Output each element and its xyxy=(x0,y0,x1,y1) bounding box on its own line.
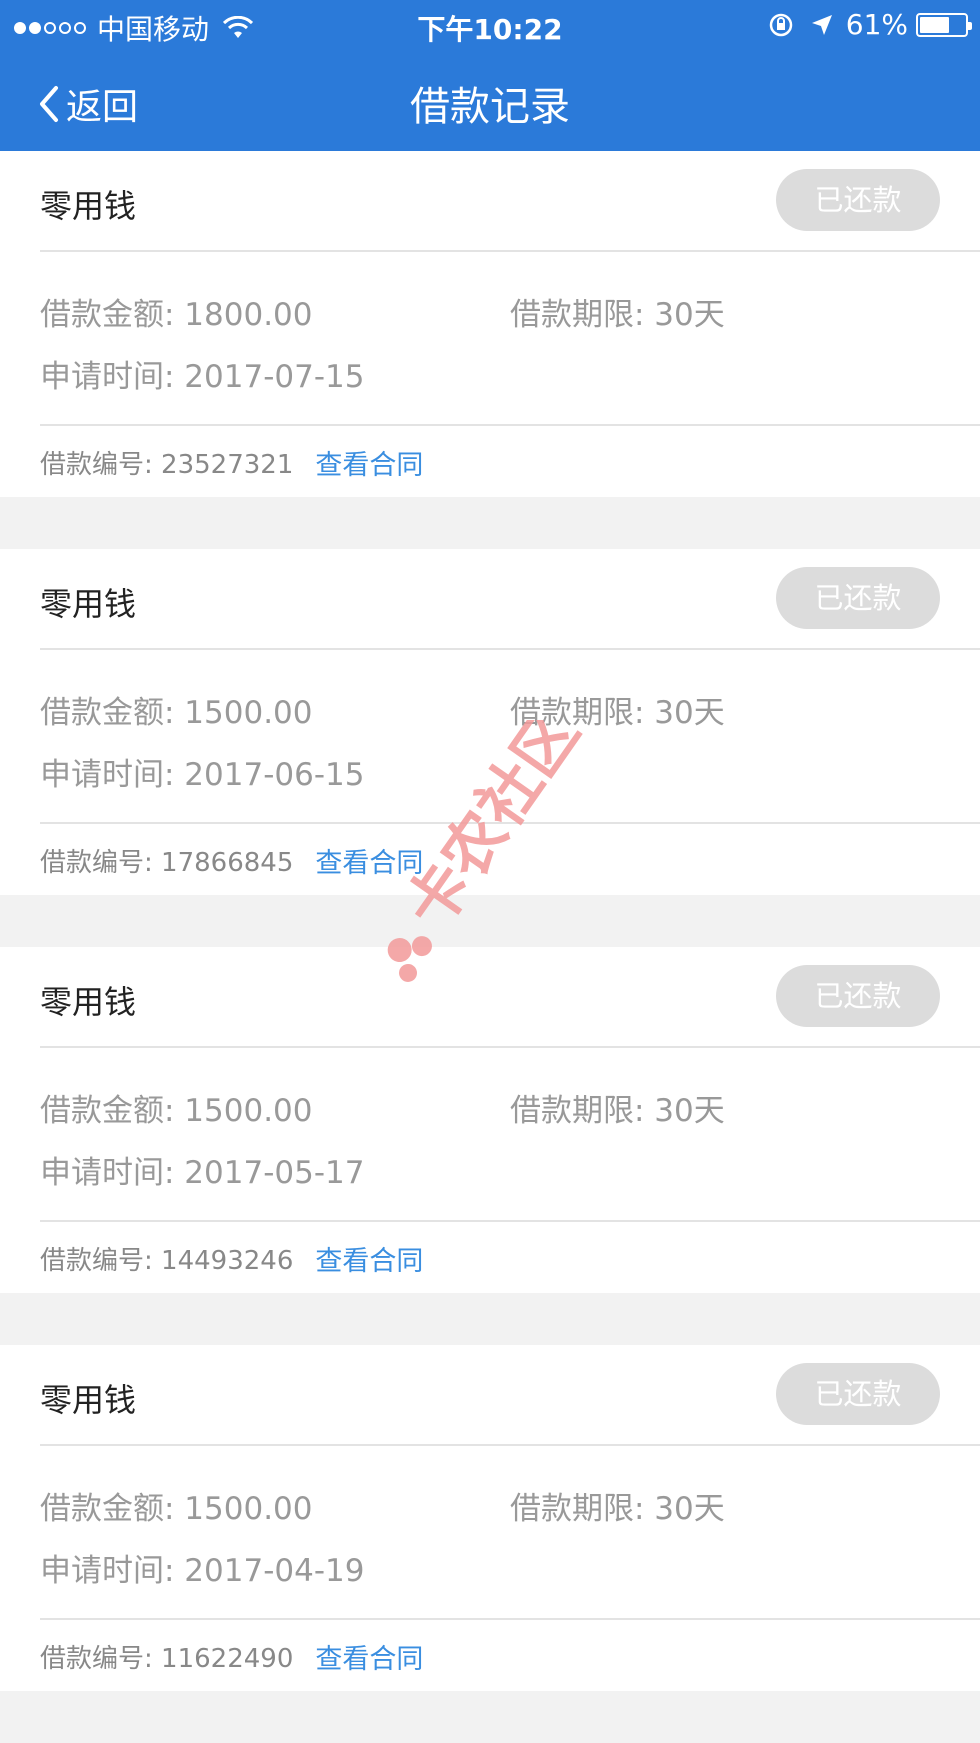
loan-name: 零用钱 xyxy=(40,187,137,225)
status-badge: 已还款 xyxy=(776,965,940,1027)
divider xyxy=(40,1046,980,1048)
status-badge: 已还款 xyxy=(776,1363,940,1425)
loan-footer: 借款编号: 11622490 查看合同 xyxy=(40,1637,423,1676)
loan-amount: 借款金额: 1500.00 xyxy=(40,1491,313,1527)
loan-amount: 借款金额: 1800.00 xyxy=(40,297,313,333)
loan-number: 借款编号: 11622490 xyxy=(40,1644,294,1674)
divider xyxy=(40,250,980,252)
loan-number: 借款编号: 14493246 xyxy=(40,1246,294,1276)
loan-footer: 借款编号: 17866845 查看合同 xyxy=(40,841,423,880)
loan-footer: 借款编号: 14493246 查看合同 xyxy=(40,1239,423,1278)
divider xyxy=(40,1618,980,1620)
loan-term: 借款期限: 30天 xyxy=(510,695,725,731)
loan-term: 借款期限: 30天 xyxy=(510,1093,725,1129)
divider xyxy=(40,1444,980,1446)
loan-card: 零用钱 已还款 借款金额: 1500.00 借款期限: 30天 申请时间: 20… xyxy=(0,947,980,1293)
divider xyxy=(40,424,980,426)
loan-term: 借款期限: 30天 xyxy=(510,297,725,333)
loan-card: 零用钱 已还款 借款金额: 1500.00 借款期限: 30天 申请时间: 20… xyxy=(0,549,980,895)
apply-time: 申请时间: 2017-04-19 xyxy=(40,1553,365,1589)
view-contract-link[interactable]: 查看合同 xyxy=(315,841,423,880)
view-contract-link[interactable]: 查看合同 xyxy=(315,443,423,482)
loan-card: 零用钱 已还款 借款金额: 1500.00 借款期限: 30天 申请时间: 20… xyxy=(0,1345,980,1691)
divider xyxy=(40,822,980,824)
view-contract-link[interactable]: 查看合同 xyxy=(315,1637,423,1676)
loan-name: 零用钱 xyxy=(40,1381,137,1419)
loan-amount: 借款金额: 1500.00 xyxy=(40,695,313,731)
status-bar: 中国移动 下午10:22 61% xyxy=(0,0,980,50)
battery-percent: 61% xyxy=(845,8,908,41)
loan-number: 借款编号: 17866845 xyxy=(40,848,294,878)
divider xyxy=(40,1220,980,1222)
divider xyxy=(40,648,980,650)
battery-icon xyxy=(916,12,972,37)
loan-amount: 借款金额: 1500.00 xyxy=(40,1093,313,1129)
rotation-lock-icon xyxy=(769,13,793,36)
status-badge: 已还款 xyxy=(776,567,940,629)
loan-card: 零用钱 已还款 借款金额: 1800.00 借款期限: 30天 申请时间: 20… xyxy=(0,151,980,497)
nav-bar: 返回 借款记录 xyxy=(0,50,980,151)
loan-footer: 借款编号: 23527321 查看合同 xyxy=(40,443,423,482)
loan-term: 借款期限: 30天 xyxy=(510,1491,725,1527)
status-right: 61% xyxy=(768,8,972,41)
loan-name: 零用钱 xyxy=(40,585,137,623)
loan-number: 借款编号: 23527321 xyxy=(40,450,294,480)
apply-time: 申请时间: 2017-05-17 xyxy=(40,1155,365,1191)
view-contract-link[interactable]: 查看合同 xyxy=(315,1239,423,1278)
status-badge: 已还款 xyxy=(776,169,940,231)
location-arrow-icon xyxy=(811,14,832,35)
header: 中国移动 下午10:22 61% 返回 借款记录 xyxy=(0,0,980,151)
page-title: 借款记录 xyxy=(410,84,570,130)
apply-time: 申请时间: 2017-07-15 xyxy=(40,359,365,395)
loan-name: 零用钱 xyxy=(40,983,137,1021)
apply-time: 申请时间: 2017-06-15 xyxy=(40,757,365,793)
